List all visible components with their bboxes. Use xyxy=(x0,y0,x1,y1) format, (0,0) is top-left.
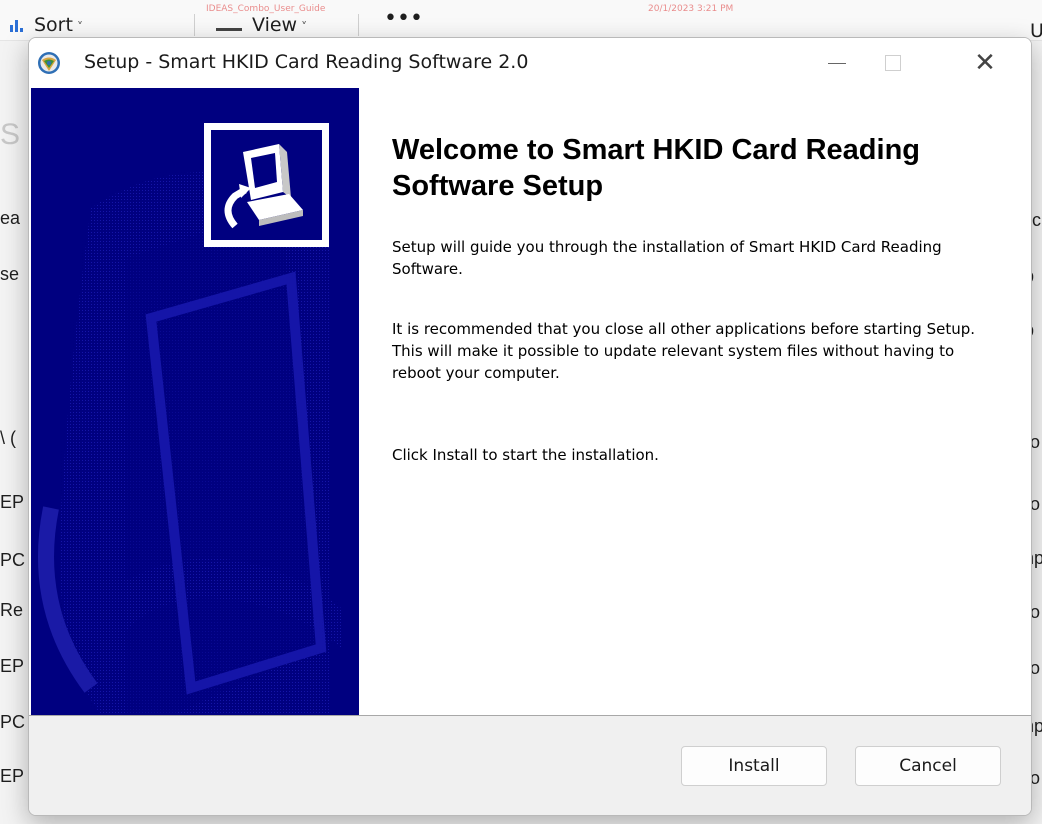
chevron-down-icon: ˅ xyxy=(301,20,308,34)
maximize-icon xyxy=(885,55,901,71)
instruction-paragraph: Click Install to start the installation. xyxy=(392,446,659,464)
computer-install-icon xyxy=(211,130,322,240)
minimize-icon xyxy=(828,62,846,64)
list-item[interactable]: Re xyxy=(0,600,30,621)
maximize-button[interactable] xyxy=(865,38,921,88)
faint-glyph: S xyxy=(0,118,21,151)
setup-app-icon xyxy=(38,52,60,74)
button-bar: Install Cancel xyxy=(29,715,1031,815)
background-explorer-toolbar: Sort ˅ IDEAS_Combo_User_Guide View ˅ ••• 2… xyxy=(0,0,1042,42)
sort-icon xyxy=(10,20,24,32)
close-button[interactable]: ✕ xyxy=(957,38,1013,88)
view-icon xyxy=(216,28,242,31)
window-title: Setup - Smart HKID Card Reading Software… xyxy=(84,51,529,73)
sort-menu-button[interactable]: Sort ˅ xyxy=(34,14,83,36)
more-options-button[interactable]: ••• xyxy=(384,6,423,31)
sort-label: Sort xyxy=(34,14,73,36)
cancel-button[interactable]: Cancel xyxy=(855,746,1001,786)
toolbar-divider xyxy=(194,14,195,36)
list-item[interactable]: PC xyxy=(0,550,30,571)
list-item[interactable]: se xyxy=(0,264,30,285)
welcome-heading: Welcome to Smart HKID Card Reading Softw… xyxy=(392,134,921,202)
wizard-side-image xyxy=(31,88,359,715)
wizard-content: Welcome to Smart HKID Card Reading Softw… xyxy=(359,88,1031,715)
intro-paragraph: Setup will guide you through the install… xyxy=(392,238,942,278)
faded-tab-text: IDEAS_Combo_User_Guide xyxy=(206,4,326,14)
list-item[interactable]: ea xyxy=(0,208,30,229)
faded-date-text: 20/1/2023 3:21 PM xyxy=(648,4,734,14)
setup-dialog: Setup - Smart HKID Card Reading Software… xyxy=(28,37,1032,816)
title-bar[interactable]: Setup - Smart HKID Card Reading Software… xyxy=(29,38,1031,88)
toolbar-divider xyxy=(358,14,359,36)
list-item[interactable]: EP xyxy=(0,656,30,677)
list-item[interactable]: EP xyxy=(0,766,30,787)
close-icon: ✕ xyxy=(974,48,996,78)
minimize-button[interactable] xyxy=(809,38,865,88)
install-button[interactable]: Install xyxy=(681,746,827,786)
toolbar-edge-text: U xyxy=(1030,20,1042,42)
installer-icon-box xyxy=(204,123,329,247)
list-item[interactable]: PC xyxy=(0,712,30,733)
recommendation-paragraph: It is recommended that you close all oth… xyxy=(392,320,975,382)
chevron-down-icon: ˅ xyxy=(76,20,83,34)
view-label: View xyxy=(252,14,298,36)
list-item[interactable]: \ ( xyxy=(0,428,30,449)
list-item[interactable]: EP xyxy=(0,492,30,513)
view-menu-button[interactable]: View ˅ xyxy=(252,14,307,36)
